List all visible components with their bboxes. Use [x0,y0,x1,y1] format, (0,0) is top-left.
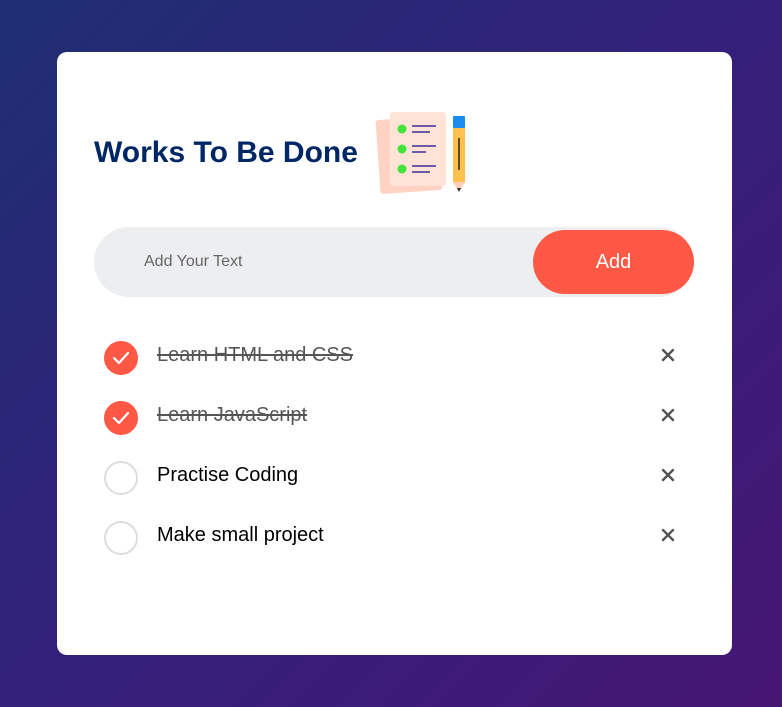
page-title: Works To Be Done [94,136,358,169]
header: Works To Be Done [94,110,469,196]
unchecked-circle-icon[interactable] [104,461,138,495]
todo-card: Works To Be Done Add Your Text Add Learn… [57,52,732,655]
checklist-with-pencil-icon [375,112,465,194]
checkmark-icon [112,411,130,425]
task-item[interactable]: Learn JavaScript [94,387,694,447]
task-input[interactable] [144,227,524,297]
close-icon[interactable] [656,463,680,487]
checked-circle-icon[interactable] [104,401,138,435]
close-icon[interactable] [656,403,680,427]
add-task-row: Add [94,227,694,297]
close-icon[interactable] [656,343,680,367]
unchecked-circle-icon[interactable] [104,521,138,555]
task-label: Learn JavaScript [157,404,308,426]
checked-circle-icon[interactable] [104,341,138,375]
task-label: Make small project [157,524,324,546]
task-label: Learn HTML and CSS [157,344,354,366]
task-item[interactable]: Learn HTML and CSS [94,327,694,387]
close-icon[interactable] [656,523,680,547]
task-list: Learn HTML and CSS Learn JavaScript Prac… [94,327,694,567]
task-item[interactable]: Practise Coding [94,447,694,507]
checkmark-icon [112,351,130,365]
task-label: Practise Coding [157,464,299,486]
add-button[interactable]: Add [533,230,694,294]
task-item[interactable]: Make small project [94,507,694,567]
